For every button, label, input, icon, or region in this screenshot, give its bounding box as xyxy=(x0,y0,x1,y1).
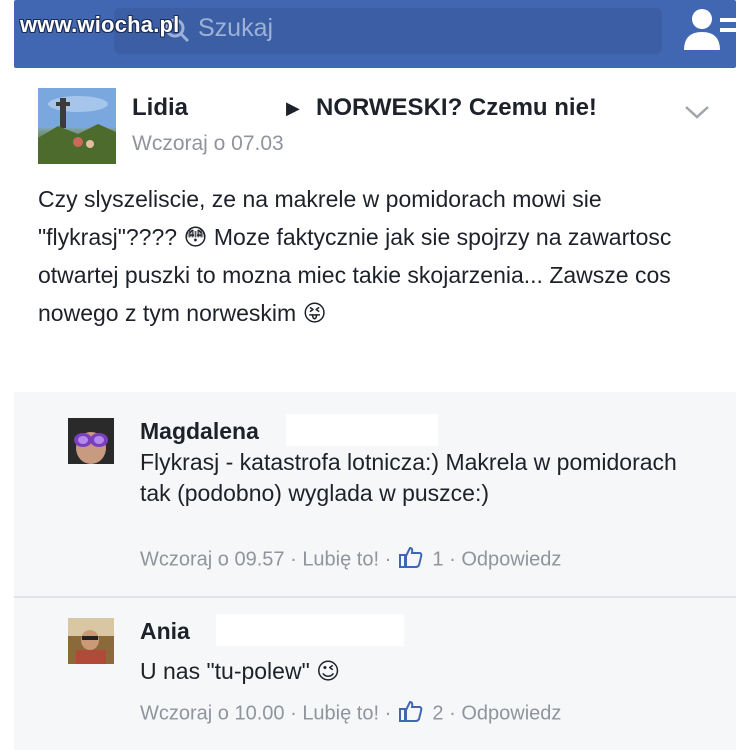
comment-timestamp[interactable]: Wczoraj o 09.57 xyxy=(140,549,285,571)
separator: · xyxy=(290,548,297,571)
post-timestamp[interactable]: Wczoraj o 07.03 xyxy=(132,132,284,156)
watermark: www.wiocha.pl xyxy=(20,12,180,37)
thumbs-up-icon xyxy=(398,546,423,574)
comment-meta: Wczoraj o 09.57 · Lubię to! · 1 · Odpowi… xyxy=(140,546,561,574)
like-link[interactable]: Lubię to! xyxy=(302,549,379,571)
like-count: 2 xyxy=(432,702,444,725)
post-text: Czy slyszeliscie, ze na makrele w pomido… xyxy=(38,186,672,326)
comment-author[interactable]: Ania xyxy=(140,618,190,645)
divider xyxy=(14,596,736,598)
separator: · xyxy=(449,548,456,571)
reply-link[interactable]: Odpowiedz xyxy=(461,549,561,571)
comment-timestamp[interactable]: Wczoraj o 10.00 xyxy=(140,703,285,725)
share-arrow: ▶ xyxy=(286,98,300,118)
separator: · xyxy=(290,702,297,725)
post: Lidia ▶ NORWESKI? Czemu nie! Wczoraj o 0… xyxy=(0,80,750,390)
reply-link[interactable]: Odpowiedz xyxy=(461,703,561,725)
like-link[interactable]: Lubię to! xyxy=(302,703,379,725)
comment-text: U nas "tu-polew" 😉 xyxy=(140,658,341,684)
divider xyxy=(0,68,750,80)
avatar[interactable] xyxy=(68,618,114,664)
comment-meta: Wczoraj o 10.00 · Lubię to! · 2 · Odpowi… xyxy=(140,700,561,728)
thumbs-up-icon xyxy=(398,700,423,728)
separator: · xyxy=(384,548,392,571)
like-count: 1 xyxy=(432,548,444,571)
search-placeholder: Szukaj xyxy=(198,14,274,42)
post-group[interactable]: NORWESKI? Czemu nie! xyxy=(316,94,597,122)
comment-text: Flykrasj - katastrofa lotnicza:) Makrela… xyxy=(140,449,677,506)
redaction xyxy=(286,414,438,446)
comment-author[interactable]: Magdalena xyxy=(140,418,259,445)
post-author[interactable]: Lidia xyxy=(132,94,188,122)
redaction xyxy=(216,614,404,646)
chevron-down-icon[interactable] xyxy=(684,104,710,125)
search-bar[interactable]: Szukaj xyxy=(114,8,662,54)
separator: · xyxy=(449,702,456,725)
avatar[interactable] xyxy=(38,88,116,164)
friend-requests-icon[interactable] xyxy=(682,4,740,61)
avatar[interactable] xyxy=(68,418,114,464)
separator: · xyxy=(384,702,392,725)
